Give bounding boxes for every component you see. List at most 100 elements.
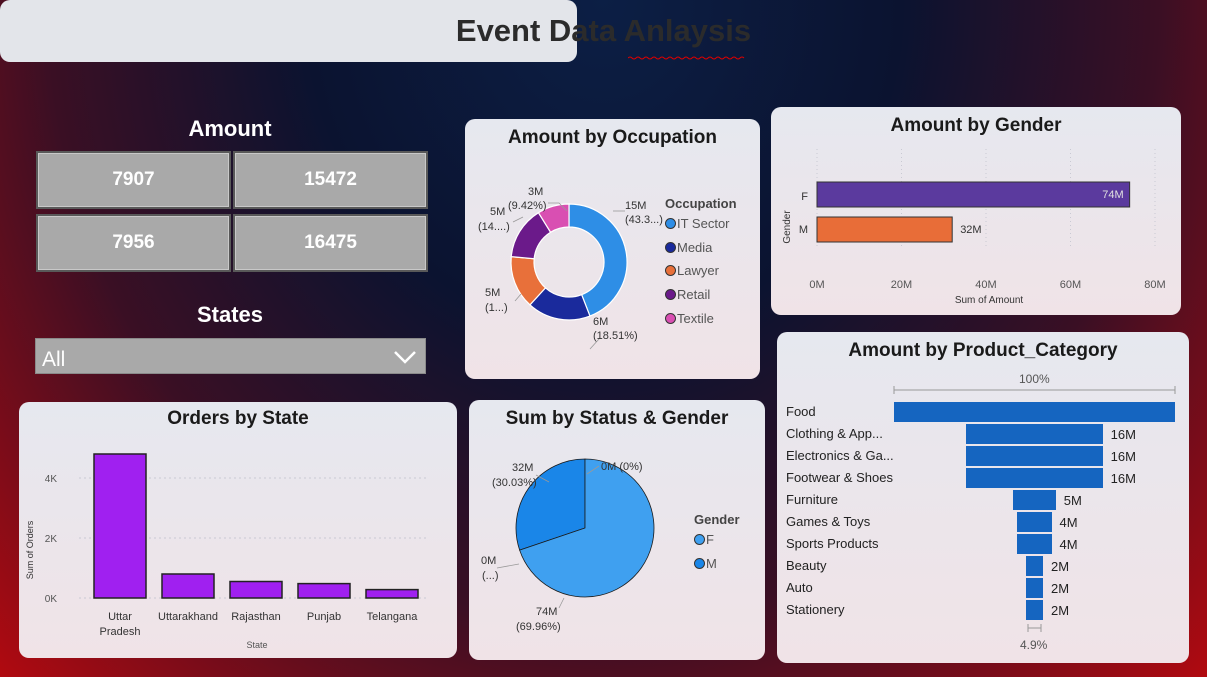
product-value-label: 5M [1063, 493, 1082, 508]
product-category-label: Food [786, 404, 816, 419]
orders-category-label: Rajasthan [231, 611, 281, 623]
kpi-card[interactable]: 15472 [233, 151, 428, 209]
kpi-card[interactable]: 16475 [233, 214, 428, 272]
occupation-chart-card: Amount by Occupation 15M (43.3...) 6M (1… [465, 119, 760, 379]
product-funnel-bar[interactable] [966, 446, 1103, 466]
occupation-legend-item[interactable]: Textile [677, 311, 714, 326]
product-value-label: 2M [1051, 559, 1070, 574]
gender-x-axis-label: Sum of Amount [955, 295, 1024, 306]
gender-tick-label: 40M [975, 279, 996, 291]
product-category-label: Clothing & App... [786, 426, 883, 441]
occ-label-pct: (43.3...) [625, 214, 663, 226]
product-funnel-bar[interactable] [1017, 512, 1052, 532]
states-dropdown[interactable]: All [35, 338, 426, 374]
product-funnel-bar[interactable] [894, 402, 1175, 422]
orders-bar[interactable] [297, 582, 351, 599]
product-funnel-bar[interactable] [966, 468, 1103, 488]
product-funnel-bar[interactable] [1025, 600, 1043, 620]
product-category-label: Stationery [786, 602, 845, 617]
product-value-label: 2M [1051, 603, 1070, 618]
product-funnel-bar[interactable] [966, 424, 1103, 444]
product-funnel-bar[interactable] [1013, 490, 1056, 510]
orders-tick-label: 2K [45, 534, 58, 545]
occupation-legend-title: Occupation [665, 196, 737, 211]
orders-tick-label: 4K [45, 474, 58, 485]
orders-bar[interactable] [93, 453, 147, 599]
product-chart-title: Amount by Product_Category [848, 340, 1118, 361]
kpi-card[interactable]: 7907 [36, 151, 231, 209]
gender-tick-label: 80M [1144, 279, 1165, 291]
orders-category-label: Uttar [108, 611, 132, 623]
chevron-down-icon[interactable] [393, 347, 417, 367]
product-category-label: Beauty [786, 558, 827, 573]
orders-bar[interactable] [365, 588, 419, 599]
kpi-card[interactable]: 7956 [36, 214, 231, 272]
product-value-label: 4M [1059, 537, 1078, 552]
gender-category: M [799, 224, 808, 236]
product-category-label: Electronics & Ga... [786, 448, 894, 463]
orders-bar[interactable] [229, 580, 283, 599]
occ-label-value: 3M [528, 186, 543, 198]
status-legend-item[interactable]: F [706, 532, 714, 547]
status-label-pct: (...) [482, 570, 499, 582]
states-label: States [196, 302, 264, 327]
occupation-legend-item[interactable]: Lawyer [677, 263, 719, 278]
status-chart-card: Sum by Status & Gender 32M (30.03%) 0M (… [469, 400, 765, 660]
gender-bar-label: 32M [960, 224, 981, 236]
status-pie[interactable]: 32M (30.03%) 0M (0%) 0M (...) 74M (69.96… [469, 400, 765, 660]
orders-chart-card: Orders by State Sum of Orders 0K 2K 4K Utt… [19, 402, 457, 658]
gender-tick-label: 20M [891, 279, 912, 291]
product-funnel-bar[interactable] [1025, 556, 1043, 576]
occ-label-value: 5M [490, 206, 505, 218]
status-label-value: 32M [512, 462, 533, 474]
occ-label-value: 15M [625, 200, 646, 212]
dashboard-title: Event Data Anlaysis [455, 13, 752, 48]
product-value-label: 2M [1051, 581, 1070, 596]
gender-bar-label: 74M [1102, 189, 1123, 201]
spellcheck-underline [628, 56, 745, 60]
product-category-label: Auto [786, 580, 813, 595]
product-funnel-bar[interactable] [1025, 578, 1043, 598]
orders-x-axis-label: State [246, 640, 267, 650]
occupation-legend-item[interactable]: IT Sector [677, 216, 730, 231]
orders-category-label: Telangana [367, 611, 419, 623]
occ-label-pct: (1...) [485, 302, 508, 314]
status-label-value: 0M [481, 555, 496, 567]
gender-chart-card: Amount by Gender Gender F M 74M 32M 0M 20M… [771, 107, 1181, 315]
orders-bar-chart[interactable]: Sum of Orders 0K 2K 4K Uttar Pradesh Uttarak… [19, 402, 457, 658]
status-legend-title: Gender [694, 512, 740, 527]
gender-bar-chart[interactable]: Gender F M 74M 32M 0M 20M 40M 60M 80M Sum of … [771, 107, 1181, 315]
product-category-label: Footwear & Shoes [786, 470, 893, 485]
orders-category-label: Punjab [307, 611, 341, 623]
occ-label-pct: (18.51%) [593, 330, 638, 342]
occ-label-value: 6M [593, 316, 608, 328]
occ-label-pct: (14....) [478, 221, 510, 233]
orders-category-label: Uttarakhand [158, 611, 218, 623]
occupation-legend-item[interactable]: Retail [677, 287, 710, 302]
occ-label-value: 5M [485, 287, 500, 299]
product-value-label: 16M [1110, 449, 1136, 464]
occupation-donut[interactable]: 15M (43.3...) 6M (18.51%) 5M (1...) 5M (… [465, 119, 760, 379]
status-label-pct: (69.96%) [516, 621, 561, 633]
status-legend-item[interactable]: M [706, 556, 717, 571]
legend-dot-icon [665, 312, 676, 324]
gender-bar[interactable] [816, 181, 1131, 208]
product-bottom-pct: 4.9% [1020, 638, 1048, 652]
occupation-legend-item[interactable]: Media [677, 240, 712, 255]
product-value-label: 16M [1110, 427, 1136, 442]
product-funnel-bar[interactable] [1017, 534, 1052, 554]
gender-bar[interactable] [816, 216, 953, 243]
title-banner: Event Data Anlaysis [0, 0, 751, 62]
occ-label-pct: (9.42%) [508, 200, 547, 212]
legend-dot-icon [694, 534, 705, 545]
legend-dot-icon [665, 241, 676, 253]
orders-tick-label: 0K [45, 594, 58, 605]
status-label-pct: (30.03%) [492, 477, 537, 489]
status-label-value: 74M [536, 606, 557, 618]
gender-tick-label: 60M [1060, 279, 1081, 291]
orders-bar[interactable] [161, 573, 215, 599]
amount-label: Amount [188, 116, 272, 141]
states-dropdown-value: All [42, 348, 66, 371]
legend-dot-icon [694, 558, 705, 569]
product-value-label: 4M [1059, 515, 1078, 530]
